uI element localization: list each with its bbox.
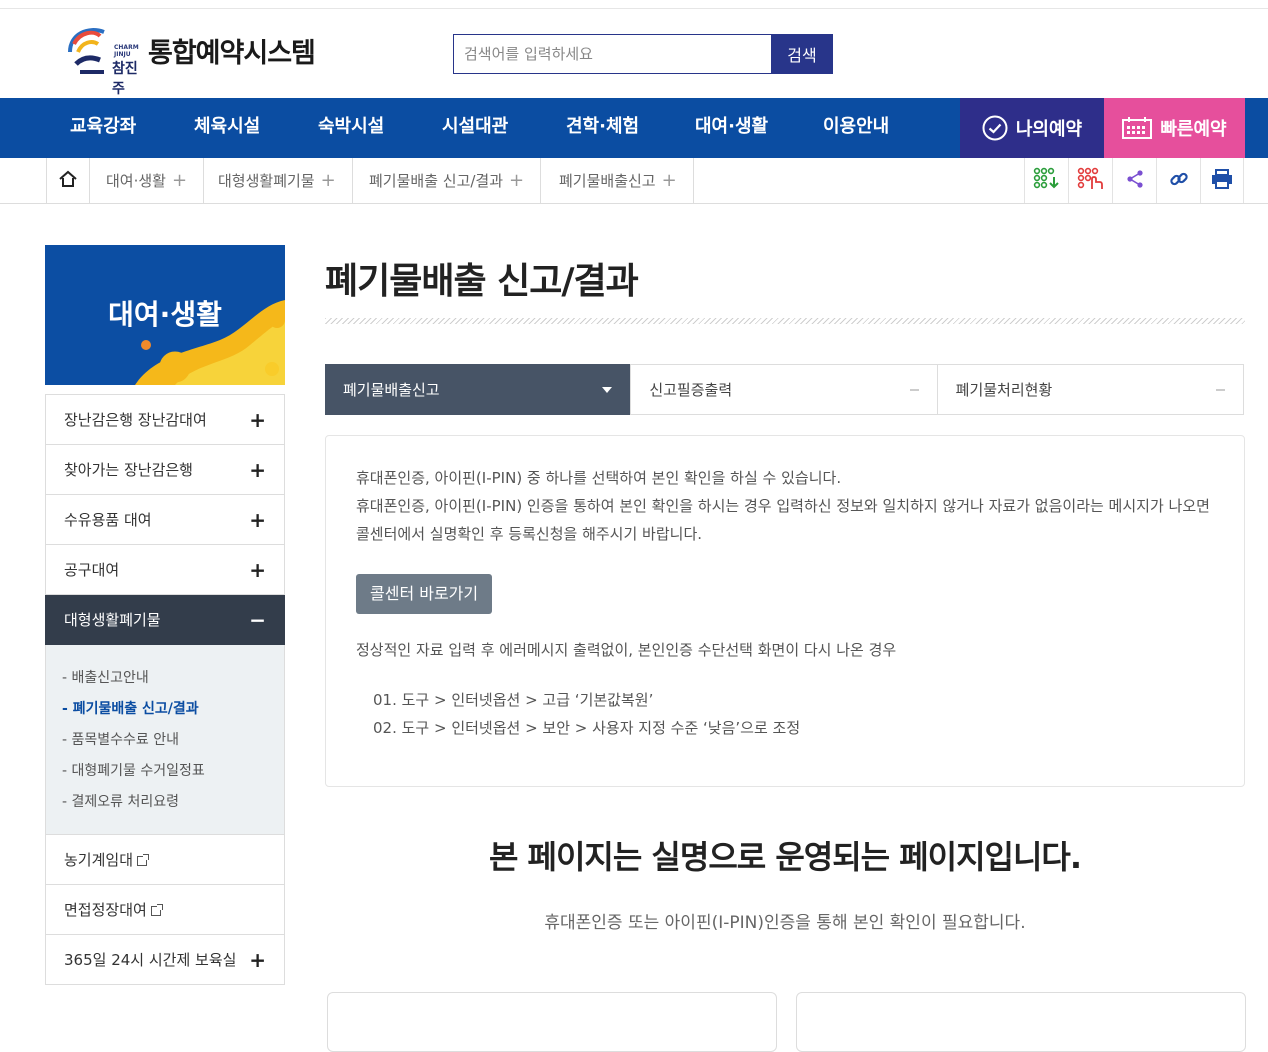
dash-icon [909,388,919,391]
dots-download-icon [1033,167,1061,195]
sidebar-item-bulky-waste[interactable]: 대형생활폐기물 − [45,595,285,645]
plus-icon: + [249,407,266,432]
phone-auth-card[interactable] [327,992,777,1052]
plus-icon: + [509,170,525,191]
sidebar-item-tool-rental[interactable]: 공구대여 + [45,545,285,595]
gnb-item-lodging[interactable]: 숙박시설 [318,98,384,158]
sidebar-item-daycare[interactable]: 365일 24시 시간제 보육실 + [45,935,285,985]
quick-reservation-button[interactable]: 빠른예약 [1104,98,1245,158]
plus-icon: + [171,170,188,191]
home-button[interactable] [46,158,90,203]
sidebar-item-nursing-rental[interactable]: 수유용품 대여 + [45,495,285,545]
share-icon [1125,169,1145,193]
site-logo[interactable]: CHARM JINJU 참진주 통합예약시스템 [64,22,354,97]
top-divider [0,8,1268,9]
error-note: 정상적인 자료 입력 후 에러메시지 출력없이, 본인인증 수단선택 화면이 다… [356,641,897,659]
breadcrumb-item-bulky-waste[interactable]: 대형생활폐기물 + [202,158,353,203]
gnb-item-education[interactable]: 교육강좌 [70,98,136,158]
breadcrumb-item-rental-life[interactable]: 대여·생활 + [90,158,205,203]
realname-heading: 본 페이지는 실명으로 운영되는 페이지입니다. [488,838,1082,876]
logo-korean: 참진주 [112,61,138,97]
external-link-icon [137,854,150,866]
info-text-1: 휴대폰인증, 아이핀(I-PIN) 중 하나를 선택하여 본인 확인을 하실 수… [356,469,842,487]
sidebar-title: 대여·생활 [108,298,222,331]
my-reservation-button[interactable]: 나의예약 [960,98,1104,158]
plus-icon: + [320,170,336,191]
info-text-2: 휴대폰인증, 아이핀(I-PIN) 인증을 통하여 본인 확인을 하시는 경우 … [356,497,1210,543]
gnb-item-facility-rental[interactable]: 시설대관 [442,98,508,158]
breadcrumb-item-report[interactable]: 폐기물배출신고 + [543,158,694,203]
gnb-item-rental-life[interactable]: 대여·생활 [695,98,768,158]
sidebar-item-visiting-toy-bank[interactable]: 찾아가는 장난감은행 + [45,445,285,495]
main-navigation: 교육강좌 체육시설 숙박시설 시설대관 견학·체험 대여·생활 이용안내 나의예… [0,98,1268,158]
step-item: 01. 도구 > 인터넷옵션 > 고급 ‘기본값복원’ [373,691,654,709]
home-icon [58,170,78,192]
search-bar: 검색 [453,34,833,74]
search-button[interactable]: 검색 [771,34,833,74]
sidebar-header: 대여·생활 [45,245,285,385]
calendar-icon [1122,117,1153,139]
plus-icon: + [249,947,266,972]
title-divider [325,318,1245,324]
tab-processing-status[interactable]: 폐기물처리현황 [936,365,1243,414]
steps-list: 01. 도구 > 인터넷옵션 > 고급 ‘기본값복원’ 02. 도구 > 인터넷… [356,686,1214,742]
print-icon [1211,168,1233,193]
dash-icon [1215,388,1225,391]
plus-icon: + [249,457,266,482]
breadcrumb: 대여·생활 + 대형생활폐기물 + 폐기물배출 신고/결과 + 폐기물배출신고 + [0,158,1268,204]
submenu-item-schedule[interactable]: - 대형폐기물 수거일정표 [62,756,268,787]
jinju-logo-mark: CHARM JINJU 참진주 [64,22,142,97]
dots-hand-icon [1077,167,1105,195]
page-title: 폐기물배출 신고/결과 [325,261,639,302]
site-title: 통합예약시스템 [148,37,316,69]
plus-icon: + [249,507,266,532]
ipin-auth-card[interactable] [796,992,1246,1052]
tab-report[interactable]: 폐기물배출신고 [325,364,631,415]
search-input[interactable] [453,34,771,74]
sidebar-menu: 장난감은행 장난감대여 + 찾아가는 장난감은행 + 수유용품 대여 + 공구대여 + … [45,394,285,985]
gnb-item-tour[interactable]: 견학·체험 [566,98,639,158]
logo-english: CHARM JINJU [114,44,139,58]
submenu-item-report-result[interactable]: - 폐기물배출 신고/결과 [62,694,268,725]
plus-icon: + [661,170,677,191]
gnb-item-sports[interactable]: 체육시설 [194,98,260,158]
share-button[interactable] [1112,158,1156,203]
sidebar-item-farm-machine[interactable]: 농기계임대 [45,835,285,885]
qr-touch-button[interactable] [1068,158,1112,203]
submenu-item-payment-error[interactable]: - 결제오류 처리요령 [62,787,268,818]
breadcrumb-item-report-result[interactable]: 폐기물배출 신고/결과 + [353,158,542,203]
print-button[interactable] [1200,158,1244,203]
copy-link-button[interactable] [1156,158,1200,203]
tab-certificate-print[interactable]: 신고필증출력 [630,365,936,414]
qr-download-button[interactable] [1024,158,1068,203]
check-circle-icon [982,115,1008,141]
link-icon [1169,169,1189,193]
my-reservation-label: 나의예약 [1015,119,1083,140]
sidebar-item-suit-rental[interactable]: 면접정장대여 [45,885,285,935]
sidebar-submenu: - 배출신고안내 - 폐기물배출 신고/결과 - 품목별수수료 안내 - 대형폐… [45,645,285,835]
external-link-icon [150,904,163,916]
step-item: 02. 도구 > 인터넷옵션 > 보안 > 사용자 지정 수준 ‘낮음’으로 조… [373,719,801,737]
submenu-item-guide[interactable]: - 배출신고안내 [62,663,268,694]
info-box: 휴대폰인증, 아이핀(I-PIN) 중 하나를 선택하여 본인 확인을 하실 수… [325,435,1245,787]
content-tabs: 폐기물배출신고 신고필증출력 폐기물처리현황 [325,364,1244,415]
sidebar-item-toy-rental[interactable]: 장난감은행 장난감대여 + [45,394,285,445]
realname-subtext: 휴대폰인증 또는 아이핀(I-PIN)인증을 통해 본인 확인이 필요합니다. [544,913,1026,933]
quick-reservation-label: 빠른예약 [1160,119,1227,140]
caret-down-icon [602,386,613,393]
call-center-button[interactable]: 콜센터 바로가기 [356,574,493,614]
gnb-item-guide[interactable]: 이용안내 [823,98,889,158]
plus-icon: + [249,557,266,582]
submenu-item-fees[interactable]: - 품목별수수료 안내 [62,725,268,756]
minus-icon: − [249,607,266,632]
